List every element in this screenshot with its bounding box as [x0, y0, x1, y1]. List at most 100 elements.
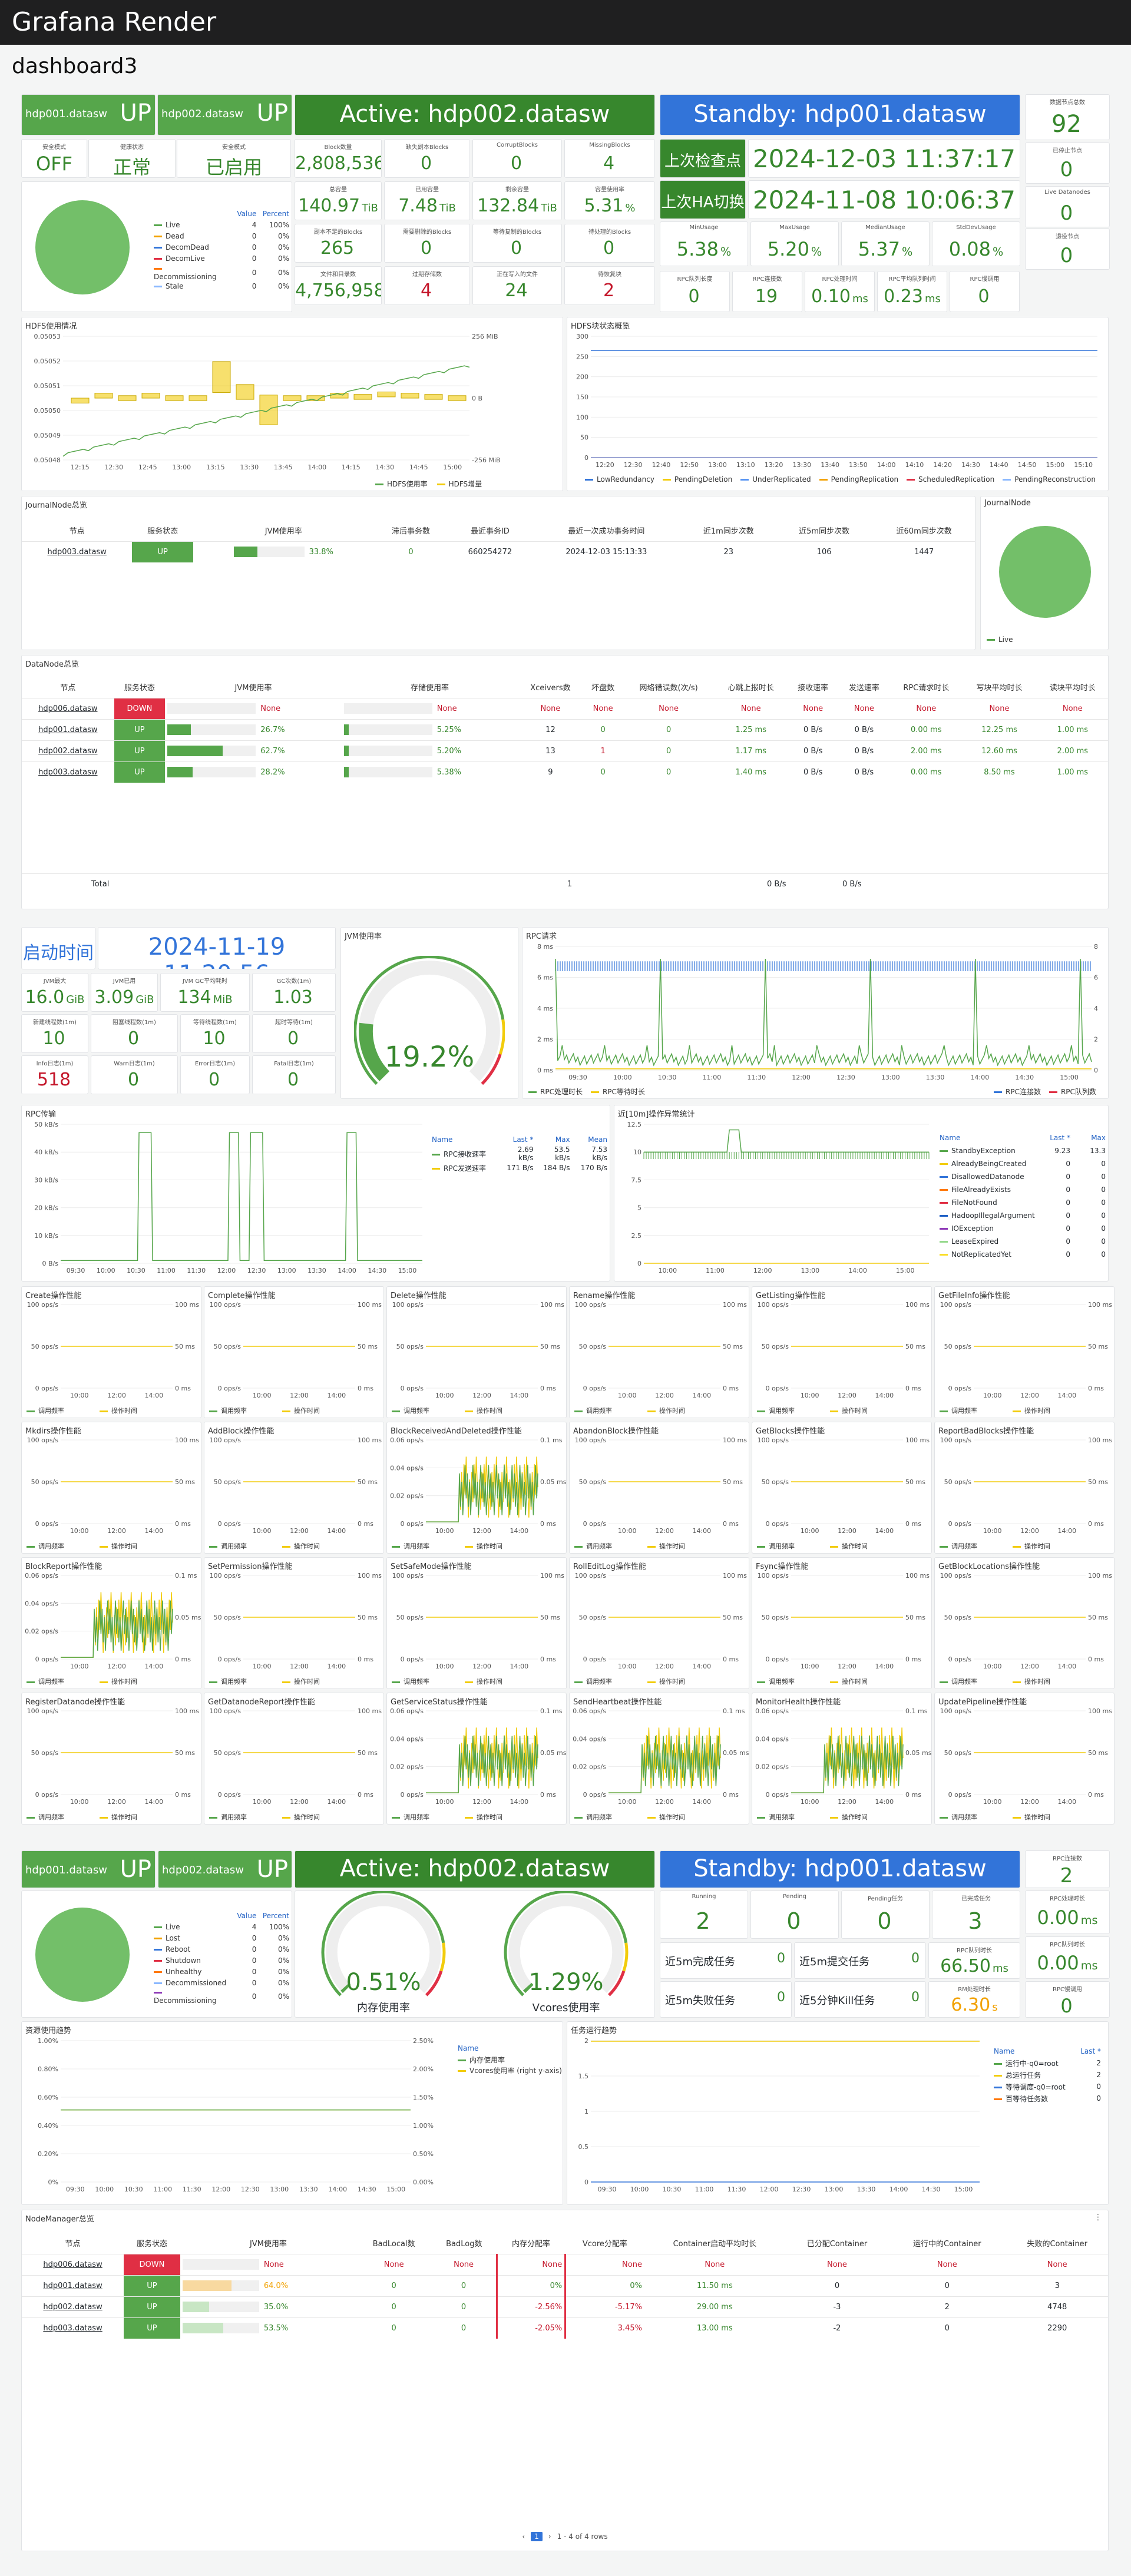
op-perf-chart[interactable]: 100 ops/s 50 ops/s 0 ops/s 100 ms 50 ms 0 ms 1…	[935, 1706, 1115, 1807]
legend-item[interactable]: 操作时间	[830, 1813, 868, 1821]
legend-header[interactable]: Name	[991, 2045, 1074, 2057]
node-link[interactable]: hdp003.datasw	[22, 761, 114, 783]
legend-item[interactable]: RPC发送速率 171 B/s 184 B/s 170 B/s	[429, 1162, 610, 1174]
pie-legend[interactable]: Live	[987, 635, 1013, 644]
node-link[interactable]: hdp003.datasw	[22, 2317, 124, 2339]
legend-item[interactable]: NotReplicatedYet 0 0	[937, 1248, 1108, 1261]
legend-item[interactable]: 调用频率	[392, 1813, 429, 1821]
legend-header[interactable]: Name	[937, 1131, 1037, 1144]
legend-item[interactable]: 百等待任务数 0	[991, 2092, 1103, 2104]
legend-header[interactable]: Name	[429, 1134, 499, 1145]
legend-item[interactable]: 操作时间	[647, 1678, 685, 1686]
legend-item[interactable]: RPC队列数	[1049, 1088, 1096, 1096]
op-perf-chart[interactable]: 100 ops/s 50 ops/s 0 ops/s 100 ms 50 ms 0 ms 1…	[935, 1435, 1115, 1537]
legend-item[interactable]: 调用频率	[27, 1813, 64, 1821]
legend-item[interactable]: 操作时间	[647, 1407, 685, 1415]
legend-item[interactable]: Reboot 0 0%	[151, 1943, 292, 1955]
op-perf-chart[interactable]: 100 ops/s 50 ops/s 0 ops/s 100 ms 50 ms 0 ms 1…	[387, 1571, 567, 1672]
legend-item[interactable]: 调用频率	[27, 1678, 64, 1686]
legend-item[interactable]: 操作时间	[647, 1813, 685, 1821]
legend-item[interactable]: 操作时间	[465, 1407, 502, 1415]
node-link[interactable]: hdp001.datasw	[22, 2275, 124, 2296]
task-trend-chart[interactable]: 2 1.5 1 0.5 0 09:30 10:00 10:30 11:00 11:30 12:00 1…	[567, 2036, 986, 2195]
legend-item[interactable]: StandbyException 9.23 13.3	[937, 1144, 1108, 1157]
legend-item[interactable]: 调用频率	[757, 1813, 795, 1821]
legend-item[interactable]: Decommissioning 0 0%	[151, 264, 292, 281]
column-header[interactable]: JVM使用率	[180, 2233, 356, 2254]
legend-item[interactable]: 操作时间	[282, 1407, 320, 1415]
legend-item[interactable]: 操作时间	[830, 1542, 868, 1550]
column-header[interactable]: JVM使用率	[193, 520, 373, 541]
column-header[interactable]: 节点	[22, 2233, 124, 2254]
legend-header[interactable]: Last *	[1074, 2045, 1103, 2057]
legend-item[interactable]: 操作时间	[100, 1678, 137, 1686]
legend-item[interactable]: UnderReplicated	[740, 475, 811, 484]
op-perf-chart[interactable]: 100 ops/s 50 ops/s 0 ops/s 100 ms 50 ms 0 ms 1…	[935, 1300, 1115, 1401]
op-perf-chart[interactable]: 100 ops/s 50 ops/s 0 ops/s 100 ms 50 ms 0 ms 1…	[204, 1300, 384, 1401]
legend-item[interactable]: HadoopIllegalArgument 0 0	[937, 1209, 1108, 1222]
op-perf-chart[interactable]: 100 ops/s 50 ops/s 0 ops/s 100 ms 50 ms 0 ms 1…	[752, 1571, 932, 1672]
legend-item[interactable]: 调用频率	[209, 1407, 247, 1415]
legend-item[interactable]: 操作时间	[1013, 1407, 1050, 1415]
op-perf-chart[interactable]: 100 ops/s 50 ops/s 0 ops/s 100 ms 50 ms 0 ms 1…	[570, 1571, 749, 1672]
column-header[interactable]: 节点	[22, 677, 114, 698]
legend-item[interactable]: PendingReplication	[819, 475, 898, 484]
column-header[interactable]: 服务状态	[124, 2233, 180, 2254]
op-perf-chart[interactable]: 100 ops/s 50 ops/s 0 ops/s 100 ms 50 ms 0 ms 1…	[22, 1300, 201, 1401]
legend-item[interactable]: 操作时间	[647, 1542, 685, 1550]
column-header[interactable]: 最近事务ID	[448, 520, 533, 541]
column-header[interactable]: 近5m同步次数	[776, 520, 872, 541]
hdfs-usage-chart[interactable]: 0.05053 0.05052 0.05051 0.05050 0.05049 0.050…	[22, 332, 528, 473]
legend-item[interactable]: RPC连接数	[994, 1088, 1041, 1096]
node-link[interactable]: hdp006.datasw	[22, 698, 114, 719]
panel-menu-icon[interactable]: ⋮	[1094, 2213, 1102, 2222]
legend-item[interactable]: 等待调度-q0=root 0	[991, 2081, 1103, 2092]
op-perf-chart[interactable]: 100 ops/s 50 ops/s 0 ops/s 100 ms 50 ms 0 ms 1…	[204, 1435, 384, 1537]
legend-item[interactable]: 调用频率	[209, 1678, 247, 1686]
legend-item[interactable]: Live 4 100%	[151, 220, 292, 231]
column-header[interactable]: 运行中的Container	[889, 2233, 1005, 2254]
op-perf-chart[interactable]: 0.06 ops/s 0.04 ops/s 0.02 ops/s 0 ops/s 0.1…	[22, 1571, 201, 1672]
legend-item[interactable]: 调用频率	[757, 1542, 795, 1550]
node-link[interactable]: hdp006.datasw	[22, 2254, 124, 2275]
column-header[interactable]: 内存分配率	[497, 2233, 566, 2254]
op-perf-chart[interactable]: 100 ops/s 50 ops/s 0 ops/s 100 ms 50 ms 0 ms 1…	[22, 1435, 201, 1537]
legend-item[interactable]: RPC等待时长	[590, 1088, 645, 1096]
legend-item[interactable]: 调用频率	[27, 1542, 64, 1550]
column-header[interactable]: 近1m同步次数	[681, 520, 776, 541]
legend-item[interactable]: FileAlreadyExists 0 0	[937, 1183, 1108, 1196]
legend-header[interactable]: Name	[458, 2044, 562, 2052]
column-header[interactable]: RPC请求时长	[889, 677, 963, 698]
column-header[interactable]: Vcore分配率	[566, 2233, 644, 2254]
column-header[interactable]: 心跳上报时长	[715, 677, 788, 698]
legend-header[interactable]: Mean	[573, 1134, 610, 1145]
legend-item[interactable]: 调用频率	[27, 1407, 64, 1415]
legend-item[interactable]: 调用频率	[392, 1542, 429, 1550]
legend-item[interactable]: DisallowedDatanode 0 0	[937, 1170, 1108, 1183]
legend-item[interactable]: DecomLive 0 0%	[151, 253, 292, 264]
legend-item[interactable]: Live 4 100%	[151, 1921, 292, 1932]
node-link[interactable]: hdp002.datasw	[22, 2296, 124, 2317]
legend-item[interactable]: 操作时间	[465, 1678, 502, 1686]
legend-item[interactable]: 调用频率	[940, 1407, 977, 1415]
resource-trend-chart[interactable]: 1.00% 0.80% 0.60% 0.40% 0.20% 0% 2.50% 2.00% 1.5…	[22, 2036, 452, 2195]
column-header[interactable]: 节点	[22, 520, 132, 541]
legend-item[interactable]: PendingReconstruction	[1003, 475, 1096, 484]
legend-item[interactable]: PendingDeletion	[662, 475, 732, 484]
legend-item[interactable]: 运行中-q0=root 2	[991, 2057, 1103, 2069]
legend-item[interactable]: LowRedundancy	[585, 475, 654, 484]
legend-item[interactable]: ScheduledReplication	[907, 475, 994, 484]
column-header[interactable]: 坏盘数	[583, 677, 623, 698]
ops-exception-chart[interactable]: 12.5 10 7.5 5 2.5 0 10:00 11:00 12:00 13:00 14:00 1…	[614, 1120, 932, 1276]
legend-item[interactable]: 操作时间	[100, 1542, 137, 1550]
column-header[interactable]: 近60m同步次数	[872, 520, 975, 541]
column-header[interactable]: 接收速率	[788, 677, 839, 698]
legend-item[interactable]: 操作时间	[1013, 1813, 1050, 1821]
legend-item[interactable]: 调用频率	[209, 1542, 247, 1550]
legend-item[interactable]: 调用频率	[574, 1813, 612, 1821]
legend-item[interactable]: Lost 0 0%	[151, 1932, 292, 1943]
op-perf-chart[interactable]: 0.06 ops/s 0.04 ops/s 0.02 ops/s 0 ops/s 0.1…	[752, 1706, 932, 1807]
legend-item[interactable]: 操作时间	[282, 1542, 320, 1550]
legend-header[interactable]: Last *	[1037, 1131, 1073, 1144]
column-header[interactable]: 服务状态	[132, 520, 193, 541]
